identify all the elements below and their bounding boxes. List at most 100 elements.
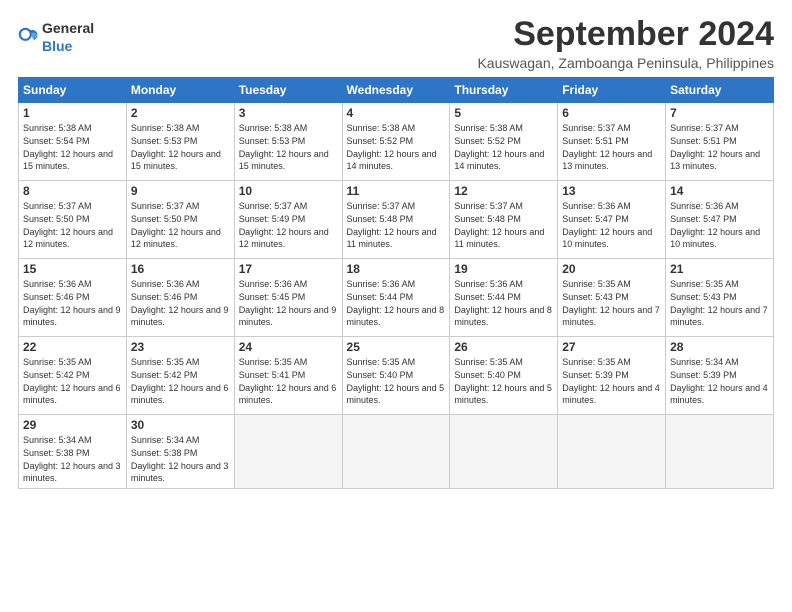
header-friday: Friday <box>558 78 666 103</box>
day-number: 4 <box>347 106 446 120</box>
calendar-cell: 19 Sunrise: 5:36 AM Sunset: 5:44 PM Dayli… <box>450 259 558 337</box>
day-number: 5 <box>454 106 553 120</box>
calendar-cell: 11 Sunrise: 5:37 AM Sunset: 5:48 PM Dayli… <box>342 181 450 259</box>
day-info: Sunrise: 5:37 AM Sunset: 5:49 PM Dayligh… <box>239 200 338 250</box>
header: General Blue September 2024 Kauswagan, Z… <box>18 16 774 71</box>
day-info: Sunrise: 5:37 AM Sunset: 5:51 PM Dayligh… <box>670 122 769 172</box>
day-info: Sunrise: 5:36 AM Sunset: 5:46 PM Dayligh… <box>23 278 122 328</box>
calendar-cell: 28 Sunrise: 5:34 AM Sunset: 5:39 PM Dayli… <box>666 337 774 415</box>
day-number: 9 <box>131 184 230 198</box>
day-number: 2 <box>131 106 230 120</box>
logo: General Blue <box>18 20 94 56</box>
day-info: Sunrise: 5:38 AM Sunset: 5:53 PM Dayligh… <box>131 122 230 172</box>
calendar-cell: 8 Sunrise: 5:37 AM Sunset: 5:50 PM Daylig… <box>19 181 127 259</box>
calendar-cell: 20 Sunrise: 5:35 AM Sunset: 5:43 PM Dayli… <box>558 259 666 337</box>
calendar-cell <box>558 415 666 488</box>
title-section: September 2024 Kauswagan, Zamboanga Peni… <box>477 16 774 71</box>
calendar-cell: 27 Sunrise: 5:35 AM Sunset: 5:39 PM Dayli… <box>558 337 666 415</box>
calendar-cell: 23Sunrise: 5:35 AM Sunset: 5:42 PM Dayli… <box>126 337 234 415</box>
day-number: 20 <box>562 262 661 276</box>
calendar-cell: 21 Sunrise: 5:35 AM Sunset: 5:43 PM Dayli… <box>666 259 774 337</box>
day-info: Sunrise: 5:37 AM Sunset: 5:51 PM Dayligh… <box>562 122 661 172</box>
calendar-cell: 5 Sunrise: 5:38 AM Sunset: 5:52 PM Daylig… <box>450 103 558 181</box>
day-number: 15 <box>23 262 122 276</box>
day-number: 8 <box>23 184 122 198</box>
calendar-cell <box>666 415 774 488</box>
logo-general: General <box>42 20 94 36</box>
page: General Blue September 2024 Kauswagan, Z… <box>0 0 792 612</box>
day-number: 3 <box>239 106 338 120</box>
day-number: 22 <box>23 340 122 354</box>
day-info: Sunrise: 5:37 AM Sunset: 5:48 PM Dayligh… <box>347 200 446 250</box>
day-number: 10 <box>239 184 338 198</box>
header-monday: Monday <box>126 78 234 103</box>
day-number: 11 <box>347 184 446 198</box>
day-info: Sunrise: 5:36 AM Sunset: 5:44 PM Dayligh… <box>347 278 446 328</box>
calendar-cell <box>234 415 342 488</box>
day-info: Sunrise: 5:35 AM Sunset: 5:43 PM Dayligh… <box>562 278 661 328</box>
calendar-cell: 18 Sunrise: 5:36 AM Sunset: 5:44 PM Dayli… <box>342 259 450 337</box>
calendar-cell: 9 Sunrise: 5:37 AM Sunset: 5:50 PM Daylig… <box>126 181 234 259</box>
header-thursday: Thursday <box>450 78 558 103</box>
day-number: 30 <box>131 418 230 432</box>
calendar-cell: 29 Sunrise: 5:34 AM Sunset: 5:38 PM Dayli… <box>19 415 127 488</box>
day-number: 14 <box>670 184 769 198</box>
day-info: Sunrise: 5:37 AM Sunset: 5:48 PM Dayligh… <box>454 200 553 250</box>
day-info: Sunrise: 5:35 AM Sunset: 5:41 PM Dayligh… <box>239 356 338 406</box>
day-number: 26 <box>454 340 553 354</box>
calendar-cell: 16 Sunrise: 5:36 AM Sunset: 5:46 PM Dayli… <box>126 259 234 337</box>
day-number: 13 <box>562 184 661 198</box>
day-number: 16 <box>131 262 230 276</box>
day-info: Sunrise: 5:38 AM Sunset: 5:53 PM Dayligh… <box>239 122 338 172</box>
day-info: Sunrise: 5:36 AM Sunset: 5:44 PM Dayligh… <box>454 278 553 328</box>
day-info: Sunrise: 5:37 AM Sunset: 5:50 PM Dayligh… <box>23 200 122 250</box>
logo-icon <box>18 27 40 49</box>
calendar-cell: 1Sunrise: 5:38 AM Sunset: 5:54 PM Daylig… <box>19 103 127 181</box>
day-number: 19 <box>454 262 553 276</box>
day-number: 24 <box>239 340 338 354</box>
calendar-cell: 7 Sunrise: 5:37 AM Sunset: 5:51 PM Daylig… <box>666 103 774 181</box>
calendar-cell: 24 Sunrise: 5:35 AM Sunset: 5:41 PM Dayli… <box>234 337 342 415</box>
logo-text: General Blue <box>42 20 94 56</box>
day-number: 7 <box>670 106 769 120</box>
day-number: 25 <box>347 340 446 354</box>
month-title: September 2024 <box>477 16 774 53</box>
calendar-cell: 22 Sunrise: 5:35 AM Sunset: 5:42 PM Dayli… <box>19 337 127 415</box>
day-number: 28 <box>670 340 769 354</box>
day-info: Sunrise: 5:37 AM Sunset: 5:50 PM Dayligh… <box>131 200 230 250</box>
day-number: 17 <box>239 262 338 276</box>
header-saturday: Saturday <box>666 78 774 103</box>
calendar-cell: 15 Sunrise: 5:36 AM Sunset: 5:46 PM Dayli… <box>19 259 127 337</box>
day-info: Sunrise: 5:38 AM Sunset: 5:52 PM Dayligh… <box>347 122 446 172</box>
day-info: Sunrise: 5:34 AM Sunset: 5:39 PM Dayligh… <box>670 356 769 406</box>
day-info: Sunrise: 5:38 AM Sunset: 5:52 PM Dayligh… <box>454 122 553 172</box>
day-info: Sunrise: 5:35 AM Sunset: 5:43 PM Dayligh… <box>670 278 769 328</box>
calendar-cell: 26 Sunrise: 5:35 AM Sunset: 5:40 PM Dayli… <box>450 337 558 415</box>
calendar-header-row: Sunday Monday Tuesday Wednesday Thursday… <box>19 78 774 103</box>
day-info: Sunrise: 5:36 AM Sunset: 5:45 PM Dayligh… <box>239 278 338 328</box>
day-info: Sunrise: 5:36 AM Sunset: 5:47 PM Dayligh… <box>562 200 661 250</box>
calendar-cell: 14 Sunrise: 5:36 AM Sunset: 5:47 PM Dayli… <box>666 181 774 259</box>
calendar-cell: 25Sunrise: 5:35 AM Sunset: 5:40 PM Dayli… <box>342 337 450 415</box>
day-number: 21 <box>670 262 769 276</box>
day-info: Sunrise: 5:35 AM Sunset: 5:42 PM Dayligh… <box>131 356 230 406</box>
calendar-cell <box>342 415 450 488</box>
calendar-cell: 10 Sunrise: 5:37 AM Sunset: 5:49 PM Dayli… <box>234 181 342 259</box>
day-info: Sunrise: 5:36 AM Sunset: 5:47 PM Dayligh… <box>670 200 769 250</box>
calendar-cell: 13 Sunrise: 5:36 AM Sunset: 5:47 PM Dayli… <box>558 181 666 259</box>
day-number: 12 <box>454 184 553 198</box>
calendar-table: Sunday Monday Tuesday Wednesday Thursday… <box>18 77 774 488</box>
location-title: Kauswagan, Zamboanga Peninsula, Philippi… <box>477 55 774 71</box>
day-number: 6 <box>562 106 661 120</box>
day-info: Sunrise: 5:34 AM Sunset: 5:38 PM Dayligh… <box>23 434 122 484</box>
day-number: 18 <box>347 262 446 276</box>
day-number: 27 <box>562 340 661 354</box>
calendar-cell: 12 Sunrise: 5:37 AM Sunset: 5:48 PM Dayli… <box>450 181 558 259</box>
day-info: Sunrise: 5:36 AM Sunset: 5:46 PM Dayligh… <box>131 278 230 328</box>
day-number: 29 <box>23 418 122 432</box>
calendar-cell: 2 Sunrise: 5:38 AM Sunset: 5:53 PM Daylig… <box>126 103 234 181</box>
day-info: Sunrise: 5:35 AM Sunset: 5:40 PM Dayligh… <box>454 356 553 406</box>
logo-blue: Blue <box>42 38 72 54</box>
day-info: Sunrise: 5:35 AM Sunset: 5:42 PM Dayligh… <box>23 356 122 406</box>
day-info: Sunrise: 5:35 AM Sunset: 5:39 PM Dayligh… <box>562 356 661 406</box>
